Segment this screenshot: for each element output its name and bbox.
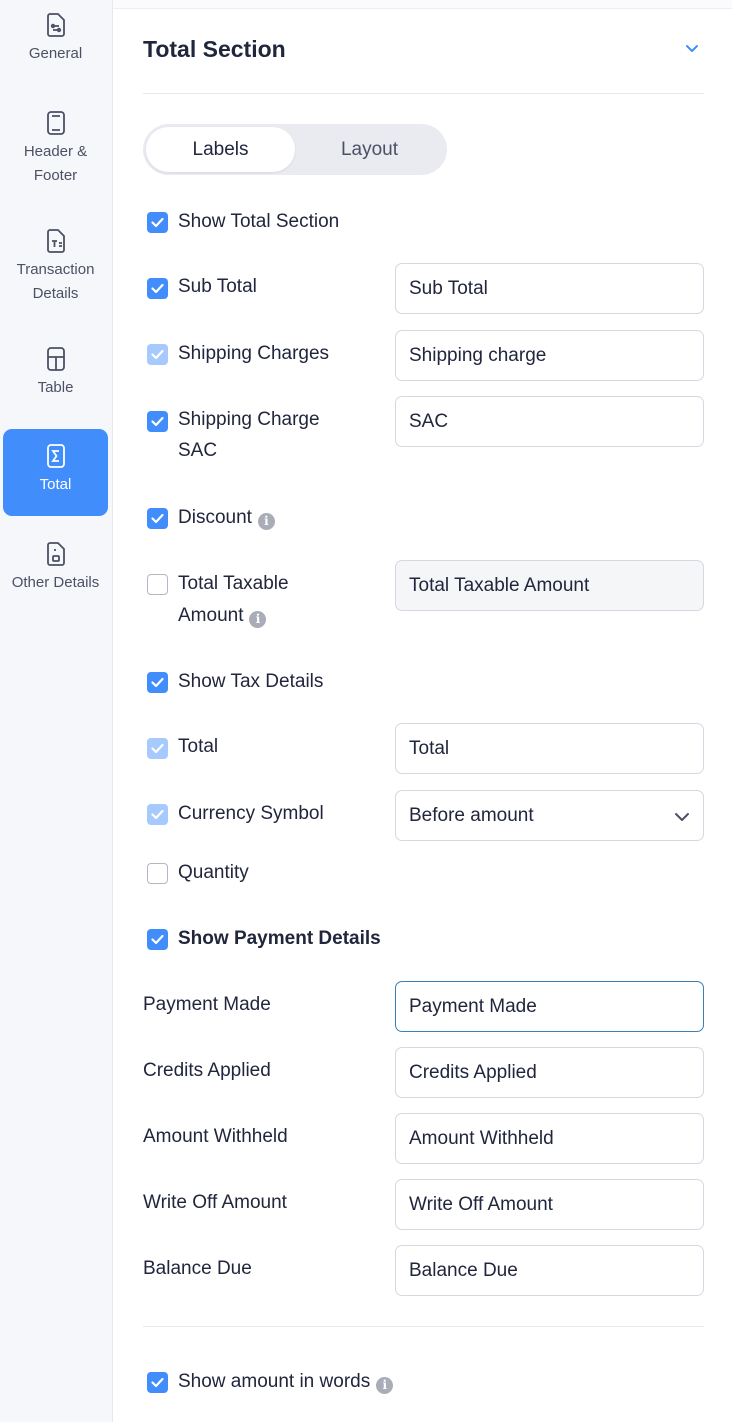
currency-symbol-select[interactable]: Before amount bbox=[395, 790, 704, 841]
credits-applied-label: Credits Applied bbox=[143, 1060, 271, 1081]
section-divider bbox=[143, 93, 704, 94]
shipping-charge-sac-label-line1: Shipping Charge bbox=[178, 409, 320, 430]
sidebar-item-general[interactable]: General bbox=[3, 10, 108, 72]
discount-label-wrap: Discount i bbox=[178, 502, 275, 533]
shipping-charges-input[interactable]: Shipping charge bbox=[395, 330, 704, 381]
shipping-charge-sac-checkbox[interactable] bbox=[147, 411, 168, 432]
show-payment-details-checkbox[interactable] bbox=[147, 929, 168, 950]
payment-made-label: Payment Made bbox=[143, 994, 271, 1015]
transaction-details-icon bbox=[43, 226, 69, 256]
amount-withheld-input[interactable]: Amount Withheld bbox=[395, 1113, 704, 1164]
total-taxable-amount-label-line2-wrap: Amount i bbox=[178, 600, 267, 631]
quantity-checkbox[interactable] bbox=[147, 863, 168, 884]
check-icon bbox=[151, 809, 164, 820]
sidebar-item-table[interactable]: Table bbox=[3, 344, 108, 406]
sidebar-item-label: General bbox=[28, 45, 83, 62]
total-input[interactable]: Total bbox=[395, 723, 704, 774]
check-icon bbox=[151, 416, 164, 427]
currency-symbol-selected: Before amount bbox=[409, 804, 534, 826]
check-icon bbox=[151, 677, 164, 688]
show-amount-in-words-checkbox[interactable] bbox=[147, 1372, 168, 1393]
tab-layout[interactable]: Layout bbox=[295, 127, 444, 172]
settings-sidebar: General Header & Footer Transaction Deta… bbox=[0, 0, 113, 1422]
total-taxable-amount-label-line1: Total Taxable bbox=[178, 573, 289, 594]
shipping-charge-sac-input[interactable]: SAC bbox=[395, 396, 704, 447]
header-footer-icon bbox=[43, 108, 69, 138]
shipping-charges-label: Shipping Charges bbox=[178, 343, 330, 364]
tab-switcher: Labels Layout bbox=[143, 124, 447, 175]
sidebar-item-label: Table bbox=[37, 379, 74, 396]
quantity-label: Quantity bbox=[178, 862, 249, 883]
amount-withheld-label: Amount Withheld bbox=[143, 1126, 288, 1147]
sub-total-checkbox[interactable] bbox=[147, 278, 168, 299]
sidebar-item-total[interactable]: Total bbox=[3, 429, 108, 516]
info-icon[interactable]: i bbox=[376, 1377, 394, 1394]
payment-made-input[interactable]: Payment Made bbox=[395, 981, 704, 1032]
section-title: Total Section bbox=[143, 36, 286, 62]
info-icon[interactable]: i bbox=[249, 611, 267, 628]
total-checkbox[interactable] bbox=[147, 738, 168, 759]
write-off-amount-label: Write Off Amount bbox=[143, 1192, 287, 1213]
sidebar-item-header-footer[interactable]: Header & Footer bbox=[3, 108, 108, 188]
sidebar-item-other-details[interactable]: Other Details bbox=[3, 539, 108, 601]
other-details-icon bbox=[43, 539, 69, 569]
write-off-amount-input[interactable]: Write Off Amount bbox=[395, 1179, 704, 1230]
currency-symbol-checkbox[interactable] bbox=[147, 804, 168, 825]
settings-panel: Total Section Labels Layout Show Total S… bbox=[113, 0, 732, 1422]
show-tax-details-label: Show Tax Details bbox=[178, 671, 324, 692]
footer-divider bbox=[143, 1326, 704, 1327]
show-amount-in-words-label: Show amount in words bbox=[178, 1371, 371, 1392]
total-taxable-amount-checkbox[interactable] bbox=[147, 574, 168, 595]
top-divider bbox=[113, 0, 732, 9]
sidebar-item-label: Transaction Details bbox=[16, 261, 95, 302]
balance-due-input[interactable]: Balance Due bbox=[395, 1245, 704, 1296]
check-icon bbox=[151, 283, 164, 294]
check-icon bbox=[151, 934, 164, 945]
sub-total-label: Sub Total bbox=[178, 276, 257, 297]
balance-due-label: Balance Due bbox=[143, 1258, 252, 1279]
sidebar-item-label: Header & Footer bbox=[23, 143, 88, 184]
shipping-charge-sac-label-line2: SAC bbox=[178, 440, 218, 461]
table-icon bbox=[43, 344, 69, 374]
total-label: Total bbox=[178, 736, 219, 757]
show-total-section-checkbox[interactable] bbox=[147, 212, 168, 233]
check-icon bbox=[151, 513, 164, 524]
check-icon bbox=[151, 349, 164, 360]
total-taxable-amount-input[interactable]: Total Taxable Amount bbox=[395, 560, 704, 611]
general-doc-icon bbox=[43, 10, 69, 40]
sigma-icon bbox=[43, 441, 69, 471]
discount-label: Discount bbox=[178, 507, 252, 528]
show-amount-in-words-label-wrap: Show amount in words i bbox=[178, 1366, 394, 1397]
check-icon bbox=[151, 1377, 164, 1388]
sub-total-input[interactable]: Sub Total bbox=[395, 263, 704, 314]
discount-checkbox[interactable] bbox=[147, 508, 168, 529]
total-taxable-amount-label-line2: Amount bbox=[178, 605, 244, 626]
tab-labels[interactable]: Labels bbox=[146, 127, 295, 172]
show-tax-details-checkbox[interactable] bbox=[147, 672, 168, 693]
show-total-section-label: Show Total Section bbox=[178, 211, 340, 232]
chevron-down-icon bbox=[675, 813, 689, 821]
currency-symbol-label: Currency Symbol bbox=[178, 803, 324, 824]
sidebar-item-transaction-details[interactable]: Transaction Details bbox=[3, 226, 108, 306]
shipping-charges-checkbox[interactable] bbox=[147, 344, 168, 365]
chevron-down-icon[interactable] bbox=[684, 40, 700, 56]
check-icon bbox=[151, 217, 164, 228]
show-payment-details-label: Show Payment Details bbox=[178, 928, 381, 949]
check-icon bbox=[151, 743, 164, 754]
credits-applied-input[interactable]: Credits Applied bbox=[395, 1047, 704, 1098]
sidebar-item-label: Total bbox=[39, 476, 72, 493]
sidebar-item-label: Other Details bbox=[11, 574, 100, 591]
info-icon[interactable]: i bbox=[257, 513, 275, 530]
